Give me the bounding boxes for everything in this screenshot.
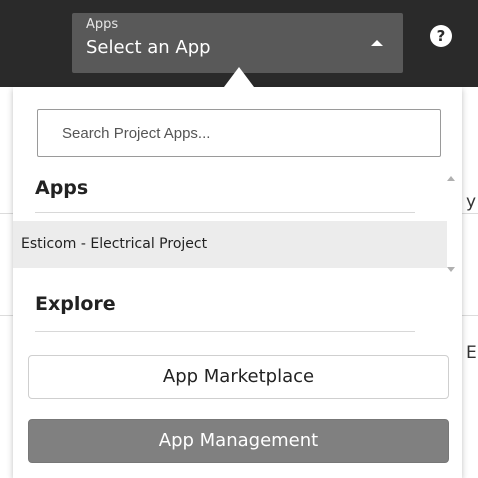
app-marketplace-button[interactable]: App Marketplace — [28, 355, 449, 399]
app-selector-dropdown[interactable]: Apps Select an App — [72, 13, 403, 73]
search-input[interactable] — [37, 109, 441, 157]
help-icon[interactable]: ? — [430, 25, 452, 47]
explore-divider — [35, 331, 415, 332]
background-divider — [462, 315, 478, 316]
background-text-fragment: EI — [466, 343, 478, 363]
background-divider — [462, 213, 478, 214]
background-text-fragment: y — [466, 192, 477, 212]
background-divider — [0, 315, 13, 316]
dropdown-pointer — [224, 67, 254, 87]
scroll-up-icon[interactable] — [447, 176, 455, 181]
scroll-down-icon[interactable] — [447, 267, 455, 272]
background-divider — [0, 213, 13, 214]
app-selector-value: Select an App — [86, 37, 211, 58]
apps-divider — [35, 212, 415, 213]
apps-heading: Apps — [35, 177, 89, 199]
explore-heading: Explore — [35, 293, 116, 315]
app-selector-label: Apps — [86, 17, 119, 32]
caret-up-icon[interactable] — [371, 40, 383, 46]
app-list-item[interactable]: Esticom - Electrical Project — [13, 221, 447, 268]
apps-dropdown-panel: Apps Esticom - Electrical Project Explor… — [13, 87, 462, 478]
app-management-button[interactable]: App Management — [28, 419, 449, 463]
